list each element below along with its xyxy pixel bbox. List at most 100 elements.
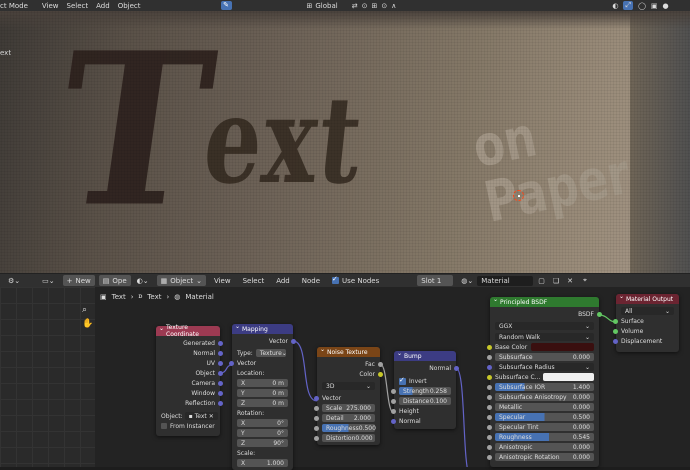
strength-field[interactable]: Strength 0.258 (399, 387, 451, 395)
socket-icon[interactable] (378, 361, 383, 367)
node-title[interactable]: Texture Coordinate (156, 324, 220, 338)
socket-icon[interactable] (613, 328, 618, 334)
node-title[interactable]: Material Output (616, 293, 679, 304)
socket-icon[interactable] (487, 454, 492, 460)
detail-field[interactable]: Detail 2.000 (322, 414, 375, 422)
menu-select[interactable]: Select (67, 2, 89, 10)
duplicate-icon[interactable]: ❏ (549, 275, 563, 286)
target-dropdown[interactable]: All ⌄ (621, 307, 674, 315)
new-image-button[interactable]: ▭⌄ (38, 275, 58, 286)
object-field[interactable]: ▪ Text ✕ (184, 412, 218, 420)
menu-view[interactable]: View (42, 2, 59, 10)
scale-x-field[interactable]: X 1.000 (237, 459, 288, 467)
distribution-dropdown[interactable]: GGX ⌄ (495, 322, 594, 330)
shader-object-dropdown[interactable]: ▦ Object ⌄ (156, 275, 206, 286)
socket-icon[interactable] (314, 425, 319, 431)
socket-icon[interactable] (218, 350, 223, 356)
use-nodes-checkbox[interactable] (332, 275, 340, 284)
socket-icon[interactable] (218, 360, 223, 366)
material-output-node[interactable]: Material Output All ⌄ Surface Volume Disp… (613, 293, 679, 352)
anisotropic-rotation-field[interactable]: Anisotropic Rotation 0.000 (495, 453, 594, 461)
socket-icon[interactable] (378, 371, 383, 377)
socket-icon[interactable] (314, 435, 319, 441)
subsurface-anisotropy-field[interactable]: Subsurface Anisotropy 0.000 (495, 393, 594, 401)
location-z-field[interactable]: Z 0 m (237, 399, 288, 407)
proportional-icon[interactable]: ⊙ (381, 2, 387, 10)
socket-icon[interactable] (218, 370, 223, 376)
anisotropic-field[interactable]: Anisotropic 0.000 (495, 443, 594, 451)
socket-icon[interactable] (391, 398, 396, 404)
open-button[interactable]: ▤ Ope (98, 275, 131, 286)
location-x-field[interactable]: X 0 m (237, 379, 288, 387)
socket-icon[interactable] (391, 388, 396, 394)
specular-field[interactable]: Specular 0.500 (495, 413, 594, 421)
socket-icon[interactable] (487, 424, 492, 430)
snap-settings-icon[interactable]: ⊞ (371, 2, 377, 10)
shader-type-icon[interactable]: ◐⌄ (133, 275, 153, 286)
eyedropper-icon[interactable]: ✎ (220, 1, 232, 10)
mapping-node[interactable]: Mapping Vector Type: Texture⌄ Vector Loc… (229, 323, 296, 470)
socket-icon[interactable] (487, 364, 492, 370)
socket-icon[interactable] (597, 311, 602, 317)
mode-selector[interactable]: ct Mode (0, 2, 28, 10)
metallic-field[interactable]: Metallic 0.000 (495, 403, 594, 411)
roughness-field[interactable]: Roughness 0.545 (495, 433, 594, 441)
socket-icon[interactable] (218, 400, 223, 406)
node-title[interactable]: Principled BSDF (490, 296, 599, 307)
socket-icon[interactable] (613, 338, 618, 344)
subsurface-field[interactable]: Subsurface 0.000 (495, 353, 594, 361)
new-button[interactable]: + New (62, 275, 95, 286)
gizmo-icon[interactable]: ⤢ (623, 1, 634, 10)
socket-icon[interactable] (314, 415, 319, 421)
3d-cursor-icon[interactable] (513, 190, 524, 201)
socket-icon[interactable] (487, 404, 492, 410)
socket-icon[interactable] (487, 374, 492, 380)
from-instancer-checkbox[interactable] (161, 423, 167, 429)
socket-icon[interactable] (487, 444, 492, 450)
socket-icon[interactable] (218, 390, 223, 396)
socket-icon[interactable] (391, 418, 396, 424)
invert-checkbox[interactable] (399, 376, 406, 385)
shading-icon[interactable]: ● (663, 2, 669, 10)
close-icon[interactable]: ✕ (209, 413, 214, 420)
node-title[interactable]: Noise Texture (317, 346, 380, 357)
subsurface-color-swatch[interactable] (543, 373, 594, 381)
scale-field[interactable]: Scale 275.000 (322, 404, 375, 412)
socket-icon[interactable] (487, 384, 492, 390)
menu-object[interactable]: Object (118, 2, 141, 10)
pivot-icon[interactable]: ⇄ (352, 2, 358, 10)
socket-icon[interactable] (314, 405, 319, 411)
slot-dropdown[interactable]: Slot 1 (417, 275, 454, 286)
rotation-x-field[interactable]: X 0° (237, 419, 288, 427)
location-y-field[interactable]: Y 0 m (237, 389, 288, 397)
fake-user-icon[interactable]: ▢ (534, 275, 549, 286)
type-dropdown[interactable]: Texture ⌄ (255, 349, 287, 357)
menu-view[interactable]: View (210, 275, 235, 286)
menu-node[interactable]: Node (298, 275, 324, 286)
menu-add[interactable]: Add (96, 2, 110, 10)
roughness-field[interactable]: Roughness 0.500 (322, 424, 376, 432)
use-nodes-toggle[interactable]: Use Nodes (328, 275, 383, 286)
noise-texture-node[interactable]: Noise Texture Fac Color 3D ⌄ Vector Scale… (314, 346, 383, 445)
distortion-field[interactable]: Distortion 0.000 (322, 434, 375, 442)
subsurface-radius-dropdown[interactable]: Subsurface Radius ⌄ (495, 363, 594, 371)
visibility-icon[interactable]: ◐ (612, 2, 618, 10)
dimensions-dropdown[interactable]: 3D ⌄ (322, 382, 375, 390)
rotation-y-field[interactable]: Y 0° (237, 429, 288, 437)
rotation-z-field[interactable]: Z 90° (237, 439, 288, 447)
menu-add[interactable]: Add (272, 275, 294, 286)
distance-field[interactable]: Distance 0.100 (399, 397, 451, 405)
editor-type-icon[interactable]: ⚙⌄ (4, 275, 24, 286)
from-instancer-row[interactable]: From Instancer (156, 421, 220, 431)
orientation-icon[interactable]: ⊞ (307, 2, 313, 10)
menu-select[interactable]: Select (239, 275, 269, 286)
socket-icon[interactable] (218, 340, 223, 346)
socket-icon[interactable] (391, 408, 396, 414)
node-title[interactable]: Bump (394, 350, 456, 361)
base-color-swatch[interactable] (531, 343, 594, 351)
node-title[interactable]: Mapping (232, 323, 293, 334)
snap-icon[interactable]: ⊙ (362, 2, 368, 10)
texture-coordinate-node[interactable]: Texture Coordinate Generated Normal UV O… (156, 324, 223, 436)
socket-icon[interactable] (291, 338, 296, 344)
specular-tint-field[interactable]: Specular Tint 0.000 (495, 423, 594, 431)
